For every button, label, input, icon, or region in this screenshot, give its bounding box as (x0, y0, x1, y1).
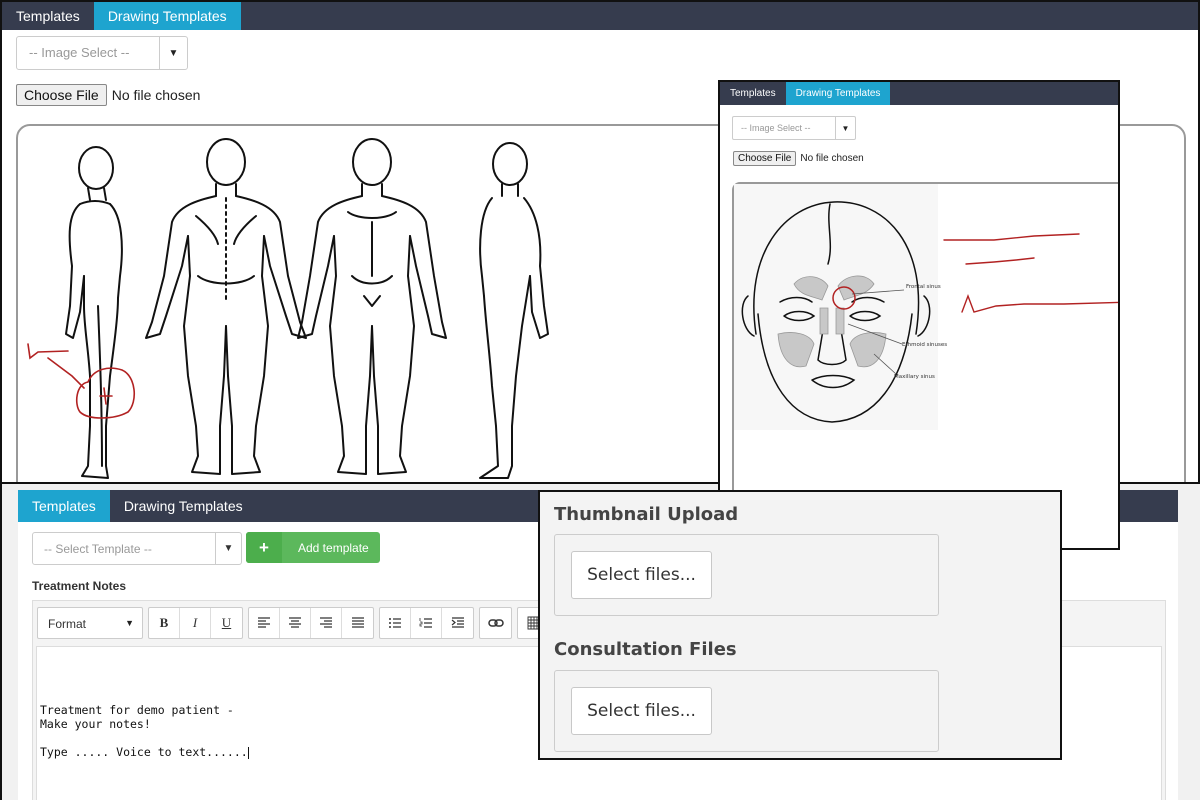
add-template-label: Add template (298, 541, 369, 555)
align-left-icon[interactable] (249, 608, 280, 638)
choose-file-button[interactable]: Choose File (16, 84, 107, 106)
indent-icon[interactable] (442, 608, 473, 638)
image-select-placeholder: -- Image Select -- (741, 123, 811, 133)
note-line-text: Type ..... Voice to text...... (40, 745, 248, 759)
thumbnail-select-files-button[interactable]: Select files... (571, 551, 712, 599)
note-line: Treatment for demo patient - (40, 703, 234, 717)
align-right-icon[interactable] (311, 608, 342, 638)
tab-templates[interactable]: Templates (2, 2, 94, 30)
format-label: Format (48, 617, 87, 631)
tab-bar: Templates Drawing Templates (720, 82, 1118, 105)
tab-drawing-templates[interactable]: Drawing Templates (110, 490, 257, 522)
maxillary-sinus-label: Maxillary sinus (894, 374, 935, 380)
choose-file-button[interactable]: Choose File (733, 151, 797, 166)
caret-down-icon: ▼ (835, 117, 855, 139)
note-line: Type ..... Voice to text...... (40, 745, 249, 759)
thumbnail-upload-title: Thumbnail Upload (554, 504, 739, 525)
caret-down-icon: ▼ (125, 618, 134, 628)
consultation-files-title: Consultation Files (554, 639, 737, 660)
link-icon[interactable] (480, 608, 511, 638)
editor-toolbar: Format ▼ B I U (37, 607, 555, 639)
bullet-list-icon[interactable] (380, 608, 411, 638)
no-file-text: No file chosen (111, 87, 201, 103)
plus-icon: + (246, 532, 282, 563)
bold-icon[interactable]: B (149, 608, 180, 638)
format-dropdown[interactable]: Format ▼ (37, 607, 143, 639)
caret-down-icon: ▼ (159, 37, 187, 69)
image-select-placeholder: -- Image Select -- (29, 45, 130, 60)
template-select[interactable]: -- Select Template -- ▼ (32, 532, 242, 565)
text-cursor (247, 746, 249, 759)
justify-icon[interactable] (342, 608, 373, 638)
tab-drawing-templates[interactable]: Drawing Templates (785, 82, 891, 105)
tab-bar: Templates Drawing Templates (2, 2, 1198, 30)
image-select[interactable]: -- Image Select -- ▼ (732, 116, 856, 140)
frontal-sinus-label: Frontal sinus (906, 284, 941, 290)
align-center-icon[interactable] (280, 608, 311, 638)
face-drawing-panel: Templates Drawing Templates -- Image Sel… (718, 80, 1120, 550)
image-select[interactable]: -- Image Select -- ▼ (16, 36, 188, 70)
tab-templates[interactable]: Templates (720, 82, 786, 105)
uploads-panel: Thumbnail Upload Select files... Consult… (538, 490, 1062, 760)
underline-icon[interactable]: U (211, 608, 242, 638)
tab-templates[interactable]: Templates (18, 490, 110, 522)
template-select-placeholder: -- Select Template -- (44, 542, 152, 556)
no-file-text: No file chosen (800, 153, 864, 164)
note-line: Make your notes! (40, 717, 151, 731)
numbered-list-icon[interactable] (411, 608, 442, 638)
consultation-select-files-button[interactable]: Select files... (571, 687, 712, 735)
add-template-button[interactable]: + Add template (246, 532, 380, 563)
caret-down-icon: ▼ (215, 533, 241, 564)
treatment-notes-label: Treatment Notes (32, 579, 127, 593)
thumbnail-upload-box: Select files... (554, 534, 939, 616)
italic-icon[interactable]: I (180, 608, 211, 638)
tab-drawing-templates[interactable]: Drawing Templates (93, 2, 241, 30)
consultation-files-box: Select files... (554, 670, 939, 752)
ethmoid-sinus-label: Ethmoid sinuses (902, 342, 947, 348)
